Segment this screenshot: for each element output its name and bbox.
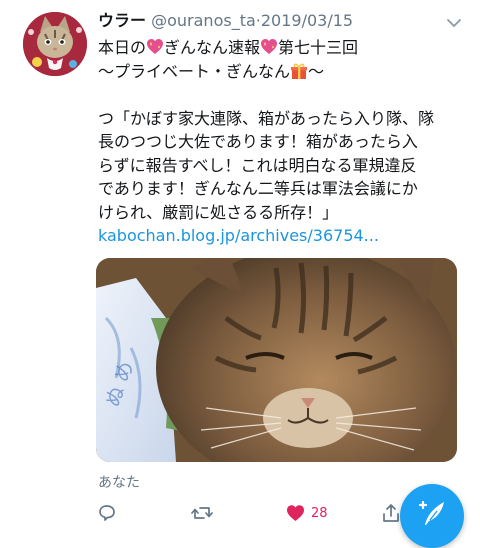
gift-emoji-icon [290, 62, 308, 80]
tweet-body-line: らずに報告すべし！これは明白なる軍規違反 [98, 155, 417, 175]
tweet-text-part: 〜プライベート・ぎんなん [98, 61, 291, 81]
like-button[interactable]: 28 [286, 502, 328, 524]
share-icon [383, 504, 399, 522]
avatar-image [23, 12, 87, 76]
tweet-text-part: 〜 [308, 61, 325, 81]
heart-icon [287, 505, 304, 521]
tweet-text-part: 第七十三回 [278, 38, 359, 57]
tweet[interactable]: ウラー @ouranos_ta·2019/03/15 本日の ぎんなん速報 第七十三… [0, 0, 480, 548]
tweet-body-line: けられ、厳罰に処さるる所存！」 [98, 202, 339, 222]
retweet-button[interactable] [191, 502, 213, 524]
retweet-icon [191, 507, 213, 519]
tweet-line-2: 〜プライベート・ぎんなん〜 [98, 60, 466, 84]
sparkling-heart-emoji-icon [146, 38, 164, 55]
tweet-body-line: であります！ぎんなん二等兵は軍法会議にか [98, 179, 418, 198]
avatar[interactable] [23, 12, 87, 76]
reply-icon [99, 505, 115, 521]
reply-button[interactable] [97, 502, 117, 524]
user-handle[interactable]: @ouranos_ta [151, 11, 256, 30]
tweet-photo[interactable]: ぬ め [96, 258, 457, 462]
tweet-body-line: 長のつつじ大佐であります！箱があったら入 [98, 132, 418, 151]
tweet-body-line: つ「かぼす家大連隊、箱があったら入り隊、隊 [98, 108, 435, 128]
like-count: 28 [311, 505, 328, 521]
compose-tweet-icon [418, 500, 444, 525]
display-name[interactable]: ウラー [98, 11, 146, 30]
tweet-text: 本日の ぎんなん速報 第七十三回 〜プライベート・ぎんなん〜 つ「かぼす家大連隊、箱… [98, 36, 466, 248]
chevron-down-icon[interactable] [446, 14, 462, 27]
tweet-header: ウラー @ouranos_ta·2019/03/15 [98, 10, 428, 34]
tweet-date[interactable]: 2019/03/15 [261, 11, 353, 30]
tweet-link[interactable]: kabochan.blog.jp/archives/36754... [98, 224, 466, 248]
tweet-line-1: 本日の ぎんなん速報 第七十三回 [98, 36, 466, 60]
tweet-text-part: ぎんなん速報 [164, 38, 261, 57]
compose-tweet-button[interactable] [400, 484, 464, 548]
tweet-text-part: 本日の [98, 38, 147, 57]
sparkling-heart-emoji-icon [260, 38, 278, 55]
share-button[interactable] [381, 502, 401, 524]
reply-context: あなた [98, 475, 140, 491]
cat-photo-image: ぬ め [96, 258, 457, 462]
